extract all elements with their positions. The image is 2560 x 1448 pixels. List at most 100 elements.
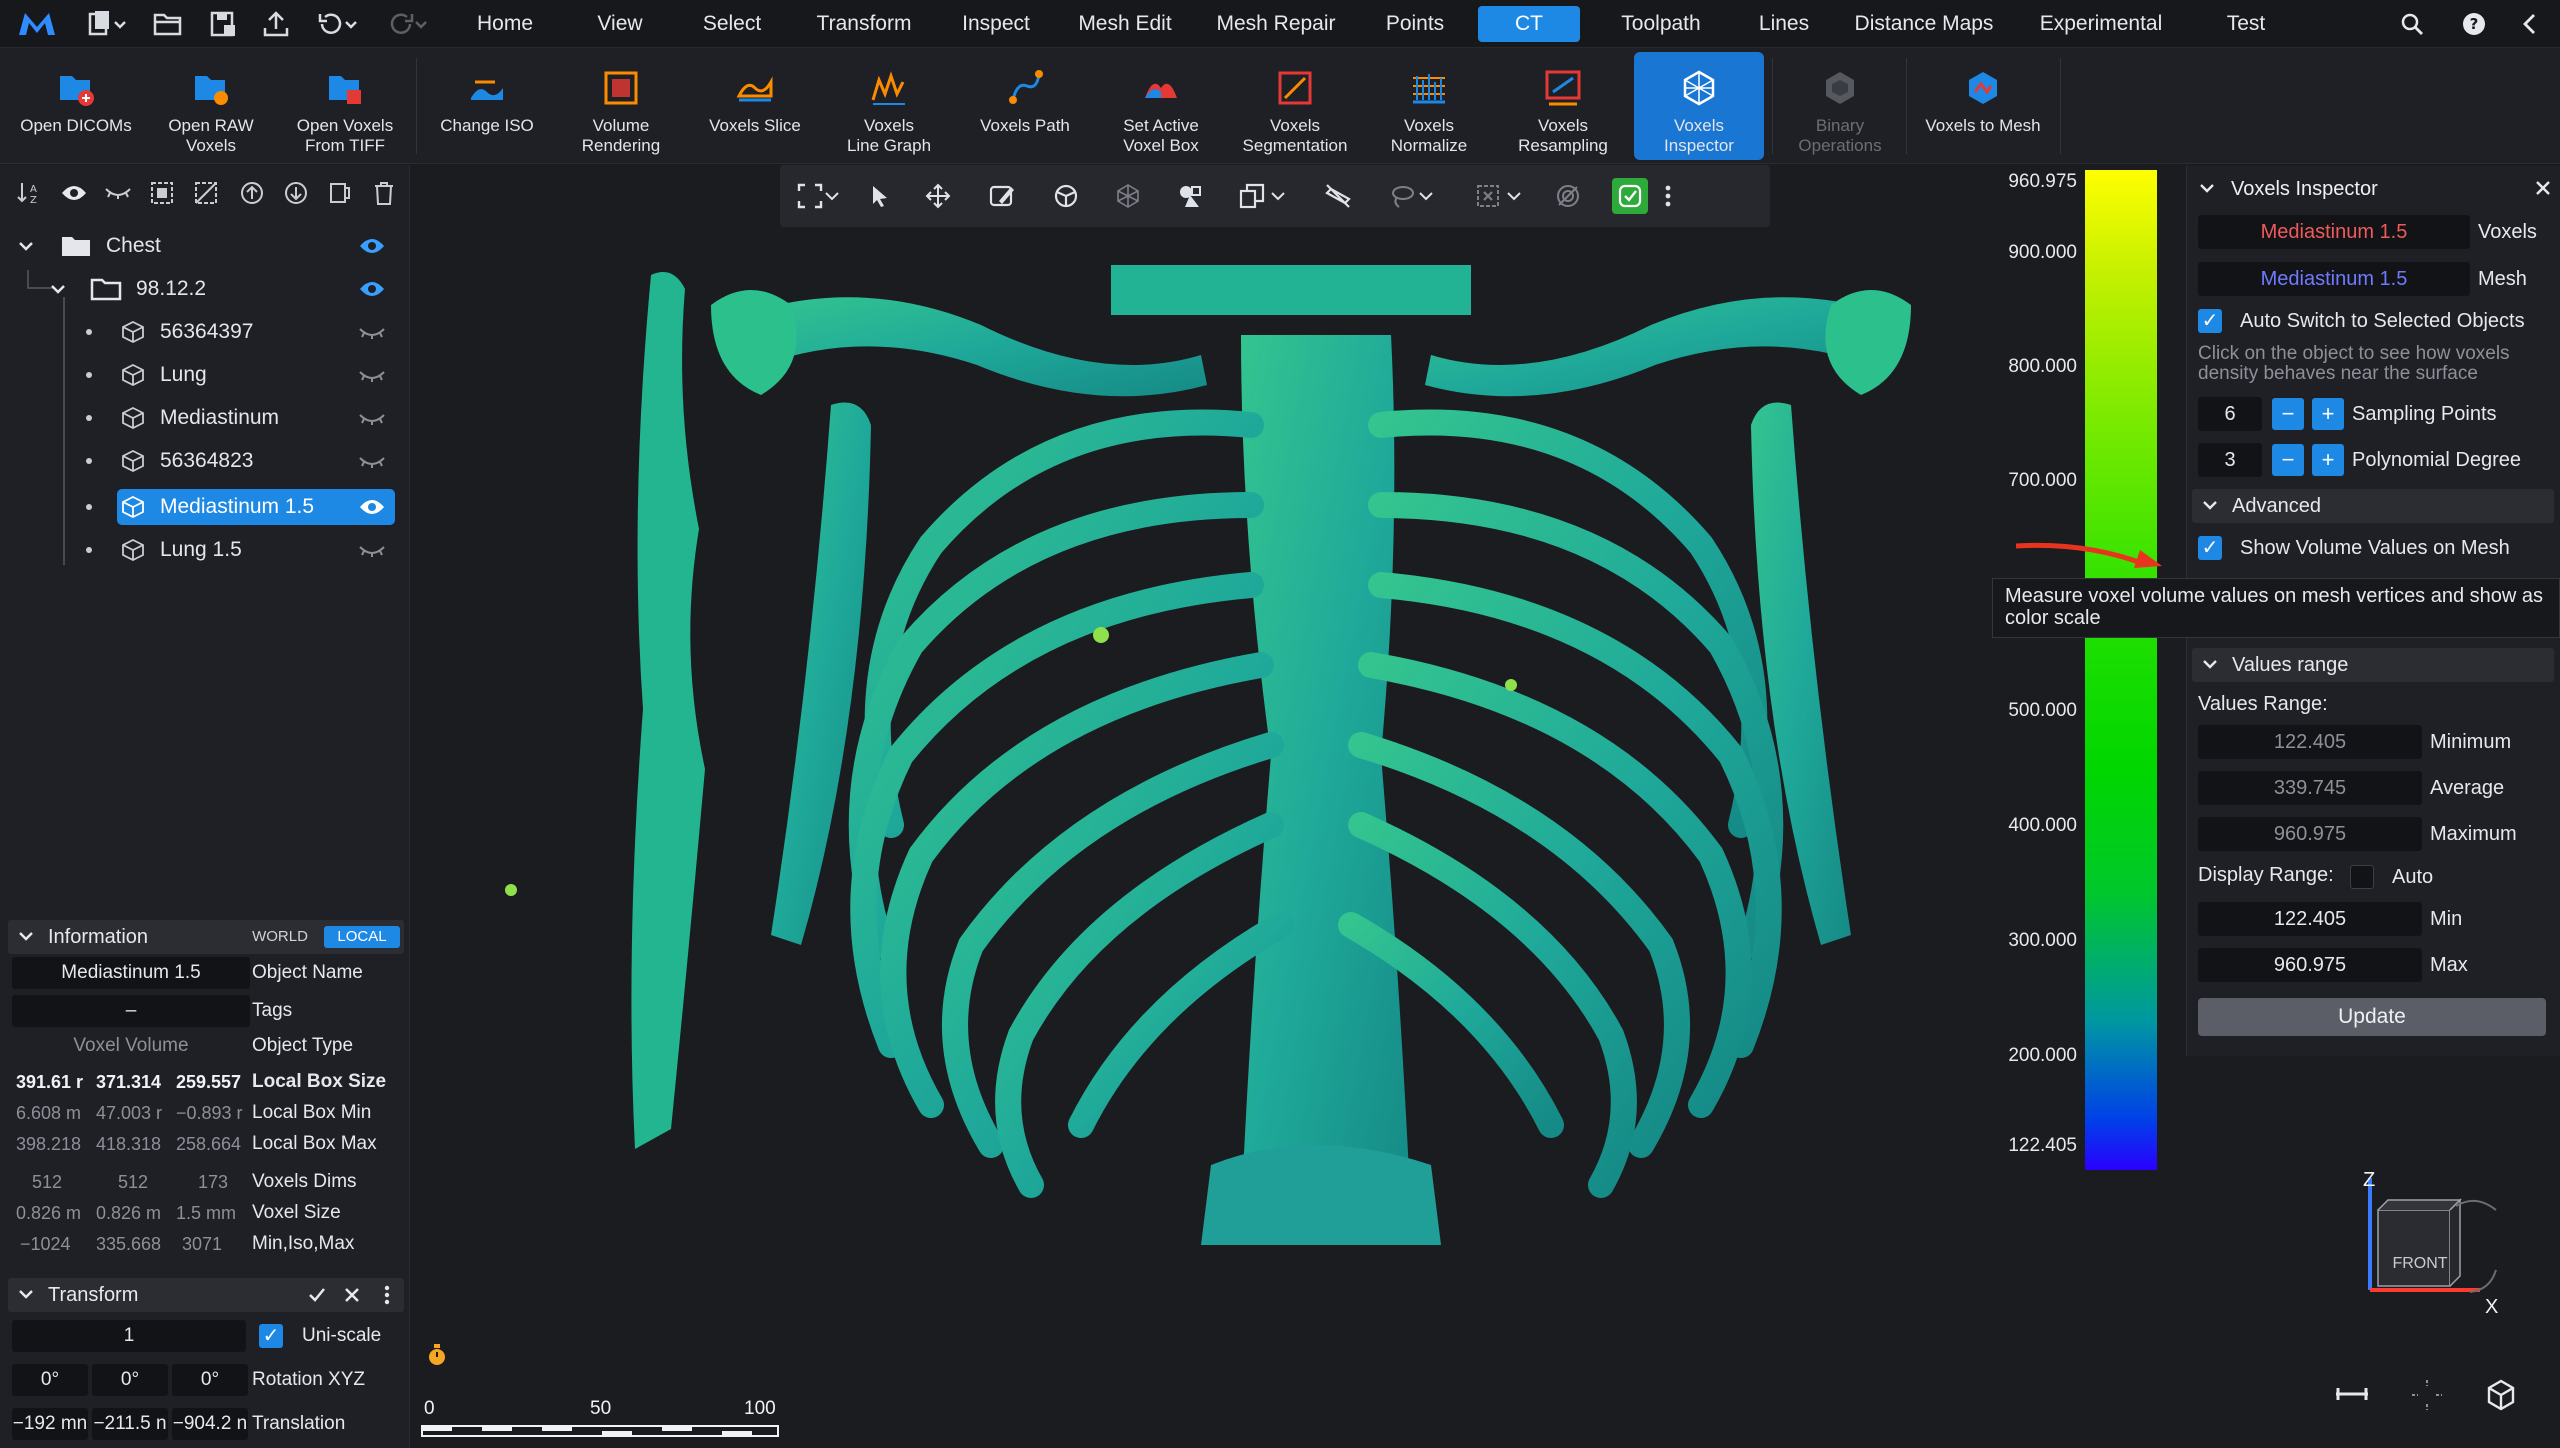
steering-icon[interactable] bbox=[1048, 178, 1084, 214]
hide-object-icon[interactable] bbox=[1320, 178, 1356, 214]
eye-icon[interactable] bbox=[358, 497, 386, 517]
poly-decrement-button[interactable]: − bbox=[2272, 444, 2304, 476]
voxels-to-mesh-button[interactable]: Voxels to Mesh bbox=[1912, 52, 2054, 160]
tree-item-56364397[interactable]: 56364397 bbox=[86, 313, 253, 351]
eye-icon[interactable] bbox=[358, 236, 386, 256]
collapse-chevron-icon[interactable] bbox=[2514, 8, 2546, 40]
translation-x-field[interactable]: −192 mn bbox=[12, 1408, 88, 1440]
save-icon[interactable] bbox=[205, 8, 241, 40]
select-pointer-icon[interactable] bbox=[862, 178, 898, 214]
timer-icon[interactable] bbox=[425, 1342, 449, 1368]
display-max-field[interactable]: 960.975 bbox=[2198, 948, 2422, 982]
chevron-down-icon[interactable] bbox=[1268, 178, 1288, 214]
menu-tab-transform[interactable]: Transform bbox=[804, 6, 924, 42]
menu-tab-home[interactable]: Home bbox=[462, 6, 548, 42]
hidden-eye-icon[interactable] bbox=[358, 409, 386, 429]
objects-icon[interactable] bbox=[1172, 178, 1208, 214]
auto-switch-checkbox[interactable]: ✓ bbox=[2198, 309, 2222, 333]
menu-tab-ct[interactable]: CT bbox=[1478, 6, 1580, 42]
tree-item-mediastinum[interactable]: Mediastinum bbox=[86, 399, 279, 437]
information-header[interactable]: Information WORLD LOCAL bbox=[8, 920, 404, 954]
polynomial-degree-field[interactable]: 3 bbox=[2198, 443, 2262, 477]
menu-tab-mesh-repair[interactable]: Mesh Repair bbox=[1208, 6, 1344, 42]
rotation-z-field[interactable]: 0° bbox=[172, 1364, 248, 1396]
disabled-target-icon[interactable] bbox=[1550, 178, 1586, 214]
hidden-eye-icon[interactable] bbox=[358, 323, 386, 343]
local-mode-toggle[interactable]: LOCAL bbox=[324, 926, 400, 948]
open-voxels-from-tiff-button[interactable]: Open Voxels From TIFF bbox=[282, 52, 408, 160]
tree-item-group[interactable]: 98.12.2 bbox=[48, 270, 206, 308]
menu-tab-points[interactable]: Points bbox=[1370, 6, 1460, 42]
box-select-icon[interactable] bbox=[1470, 178, 1506, 214]
voxels-path-button[interactable]: Voxels Path bbox=[960, 52, 1090, 160]
tree-item-mediastinum-1-5[interactable]: Mediastinum 1.5 bbox=[86, 488, 314, 526]
menu-tab-inspect[interactable]: Inspect bbox=[950, 6, 1042, 42]
open-dicoms-button[interactable]: Open DICOMs bbox=[10, 52, 142, 160]
volume-rendering-button[interactable]: Volume Rendering bbox=[558, 52, 684, 160]
tree-item-chest[interactable]: Chest bbox=[16, 227, 161, 265]
hidden-eye-icon[interactable] bbox=[358, 452, 386, 472]
rotation-y-field[interactable]: 0° bbox=[92, 1364, 168, 1396]
new-file-icon[interactable] bbox=[82, 8, 132, 40]
help-icon[interactable]: ? bbox=[2458, 8, 2490, 40]
ruler-icon[interactable] bbox=[2334, 1382, 2370, 1406]
lasso-icon[interactable] bbox=[1384, 178, 1420, 214]
tree-item-lung[interactable]: Lung bbox=[86, 356, 207, 394]
menu-tab-view[interactable]: View bbox=[584, 6, 656, 42]
display-min-field[interactable]: 122.405 bbox=[2198, 902, 2422, 936]
rotation-x-field[interactable]: 0° bbox=[12, 1364, 88, 1396]
more-vertical-icon[interactable] bbox=[384, 1285, 390, 1305]
eye-icon[interactable] bbox=[358, 279, 386, 299]
binary-operations-button[interactable]: Binary Operations bbox=[1780, 52, 1900, 160]
translation-z-field[interactable]: −904.2 n bbox=[172, 1408, 248, 1440]
hidden-eye-icon[interactable] bbox=[358, 366, 386, 386]
3d-viewport[interactable] bbox=[411, 165, 2188, 1448]
poly-increment-button[interactable]: + bbox=[2312, 444, 2344, 476]
chevron-down-icon[interactable] bbox=[822, 178, 842, 214]
voxels-normalize-button[interactable]: Voxels Normalize bbox=[1366, 52, 1492, 160]
menu-tab-distance-maps[interactable]: Distance Maps bbox=[1846, 6, 2002, 42]
menu-tab-mesh-edit[interactable]: Mesh Edit bbox=[1070, 6, 1180, 42]
world-mode-toggle[interactable]: WORLD bbox=[244, 926, 316, 948]
app-logo[interactable] bbox=[14, 8, 60, 40]
voxels-line-graph-button[interactable]: Voxels Line Graph bbox=[826, 52, 952, 160]
voxels-slice-button[interactable]: Voxels Slice bbox=[692, 52, 818, 160]
check-icon[interactable] bbox=[308, 1287, 326, 1303]
tree-item-lung-1-5[interactable]: Lung 1.5 bbox=[86, 531, 242, 569]
values-range-section-header[interactable]: Values range bbox=[2192, 648, 2554, 682]
undo-icon[interactable] bbox=[312, 8, 362, 40]
paint-select-icon[interactable] bbox=[984, 178, 1020, 214]
menu-tab-experimental[interactable]: Experimental bbox=[2026, 6, 2176, 42]
menu-tab-toolpath[interactable]: Toolpath bbox=[1598, 6, 1724, 42]
chevron-down-icon[interactable] bbox=[1504, 178, 1524, 214]
chevron-down-icon[interactable] bbox=[2199, 182, 2215, 196]
sampling-points-field[interactable]: 6 bbox=[2198, 397, 2262, 431]
mesh-icon[interactable] bbox=[1110, 178, 1146, 214]
center-focus-icon[interactable] bbox=[2410, 1378, 2444, 1412]
set-active-voxel-box-button[interactable]: Set Active Voxel Box bbox=[1098, 52, 1224, 160]
voxels-inspector-button[interactable]: Voxels Inspector bbox=[1634, 52, 1764, 160]
copy-icon[interactable] bbox=[1234, 178, 1270, 214]
menu-tab-lines[interactable]: Lines bbox=[1746, 6, 1822, 42]
move-icon[interactable] bbox=[920, 178, 956, 214]
tags-field[interactable]: – bbox=[12, 995, 250, 1027]
auto-range-checkbox[interactable] bbox=[2350, 865, 2374, 889]
transform-header[interactable]: Transform bbox=[8, 1278, 404, 1312]
scale-field[interactable]: 1 bbox=[12, 1320, 246, 1352]
change-iso-button[interactable]: Change ISO bbox=[424, 52, 550, 160]
chevron-down-icon[interactable] bbox=[48, 279, 68, 299]
tree-item-56364823[interactable]: 56364823 bbox=[86, 442, 253, 480]
open-raw-voxels-button[interactable]: Open RAW Voxels bbox=[150, 52, 272, 160]
3d-cube-icon[interactable] bbox=[2484, 1378, 2518, 1412]
chevron-down-icon[interactable] bbox=[16, 236, 36, 256]
search-icon[interactable] bbox=[2396, 8, 2428, 40]
update-button[interactable]: Update bbox=[2198, 998, 2546, 1036]
voxels-object-field[interactable]: Mediastinum 1.5 bbox=[2198, 215, 2470, 249]
hidden-eye-icon[interactable] bbox=[358, 541, 386, 561]
export-icon[interactable] bbox=[258, 8, 294, 40]
menu-tab-test[interactable]: Test bbox=[2204, 6, 2288, 42]
mesh-object-field[interactable]: Mediastinum 1.5 bbox=[2198, 262, 2470, 296]
close-icon[interactable] bbox=[2535, 180, 2551, 196]
menu-tab-select[interactable]: Select bbox=[692, 6, 772, 42]
more-vertical-icon[interactable] bbox=[1658, 178, 1678, 214]
